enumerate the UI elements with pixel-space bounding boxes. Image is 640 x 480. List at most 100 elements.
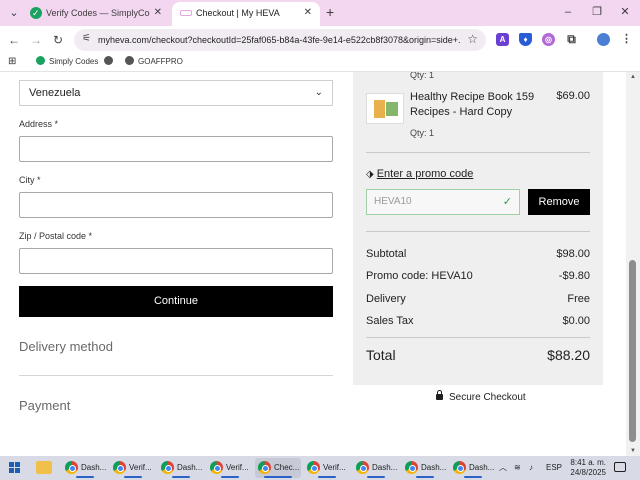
country-select[interactable]: Venezuela ⌄ (19, 80, 333, 106)
tag-icon: ⬗ (366, 169, 374, 180)
file-explorer-icon[interactable] (36, 461, 52, 474)
row-value: $0.00 (562, 315, 590, 327)
order-summary: Qty: 1 Healthy Recipe Book 159 Recipes -… (353, 72, 603, 385)
back-arrow-icon[interactable]: ← (6, 32, 22, 48)
chrome-icon (113, 461, 126, 474)
bookmark-globe[interactable] (104, 54, 117, 70)
globe-icon (125, 56, 134, 65)
reload-icon[interactable]: ↻ (50, 32, 66, 48)
tab-search-icon[interactable]: ⌄ (6, 6, 22, 20)
taskbar-item[interactable]: Dash... (402, 458, 448, 478)
address-field[interactable] (19, 136, 333, 162)
bookmark-goaffpro[interactable]: GOAFFPRO (125, 54, 183, 70)
taskbar-item[interactable]: Dash... (450, 458, 496, 478)
divider (19, 375, 333, 376)
bookmark-label: GOAFFPRO (138, 57, 183, 66)
payment-title: Payment (19, 398, 71, 413)
chrome-icon (307, 461, 320, 474)
close-tab-icon[interactable]: ✕ (154, 2, 162, 24)
page-scrollbar[interactable]: ▲ ▼ (626, 72, 640, 456)
close-tab-icon[interactable]: ✕ (304, 2, 312, 24)
simplycodes-favicon-icon (30, 2, 42, 24)
remove-promo-button[interactable]: Remove (528, 189, 590, 215)
address-label: Address * (19, 119, 59, 129)
chevron-up-icon[interactable]: ︿ (499, 462, 507, 474)
bookmarks-bar: ⊞ Simply Codes GOAFFPRO (0, 54, 640, 72)
new-tab-icon[interactable]: + (326, 4, 334, 20)
star-icon[interactable]: ☆ (467, 32, 478, 46)
row-label: Delivery (366, 293, 406, 305)
previous-item-qty: Qty: 1 (410, 72, 435, 80)
total-row: Total $88.20 (366, 347, 590, 363)
restore-icon[interactable]: ❐ (589, 5, 605, 19)
shield-extension-icon[interactable]: ♦ (519, 33, 532, 46)
taskbar: Dash... Verif... Dash... Verif... Chec..… (0, 456, 640, 480)
chrome-icon (453, 461, 466, 474)
puzzle-icon[interactable]: ⧉ (565, 33, 578, 46)
close-window-icon[interactable]: ✕ (617, 5, 633, 19)
chrome-icon (210, 461, 223, 474)
extension-a-icon[interactable]: A (496, 33, 509, 46)
windows-start-icon[interactable] (9, 462, 21, 474)
simplycodes-bookmark-icon (36, 56, 45, 65)
product-thumbnail (366, 93, 404, 124)
checkmark-icon: ✓ (502, 196, 512, 208)
taskbar-item[interactable]: Verif... (110, 458, 156, 478)
divider (366, 152, 590, 153)
minimize-icon[interactable]: – (560, 5, 576, 19)
city-field[interactable] (19, 192, 333, 218)
delivery-row: Delivery Free (366, 293, 590, 305)
address-bar[interactable]: ⚟ myheva.com/checkout?checkoutId=25faf06… (74, 29, 486, 51)
taskbar-item[interactable]: Verif... (207, 458, 253, 478)
scroll-up-icon[interactable]: ▲ (630, 74, 636, 80)
extension-circle-icon[interactable]: ◎ (542, 33, 555, 46)
row-label: Sales Tax (366, 315, 414, 327)
notification-icon[interactable] (614, 462, 626, 472)
bookmark-simply-codes[interactable]: Simply Codes (36, 54, 98, 70)
chrome-icon (356, 461, 369, 474)
enter-promo-link[interactable]: ⬗ Enter a promo code (366, 168, 473, 180)
taskbar-item[interactable]: Dash... (158, 458, 204, 478)
language-indicator[interactable]: ESP (546, 462, 562, 474)
wifi-icon[interactable]: ≋ (514, 462, 521, 474)
tab-title: Checkout | My HEVA (196, 8, 280, 18)
row-value: -$9.80 (558, 270, 590, 282)
promo-code-input[interactable]: HEVA10 ✓ (366, 189, 520, 215)
clock[interactable]: 8:41 a. m. 24/8/2025 (566, 458, 606, 478)
chrome-icon (65, 461, 78, 474)
zip-field[interactable] (19, 248, 333, 274)
delivery-method-title: Delivery method (19, 339, 113, 354)
tab-verify-codes[interactable]: Verify Codes — SimplyCodes ✕ (22, 2, 170, 26)
checkout-page: Venezuela ⌄ Address * City * Zip / Posta… (0, 72, 640, 456)
taskbar-item[interactable]: Dash... (62, 458, 108, 478)
taskbar-item[interactable]: Dash... (353, 458, 399, 478)
continue-button[interactable]: Continue (19, 286, 333, 317)
scroll-down-icon[interactable]: ▼ (630, 448, 636, 454)
forward-arrow-icon[interactable]: → (28, 32, 44, 48)
browser-toolbar: ← → ↻ ⚟ myheva.com/checkout?checkoutId=2… (0, 26, 640, 54)
taskbar-item[interactable]: Verif... (304, 458, 350, 478)
heva-favicon-icon (180, 10, 192, 16)
tab-strip: ⌄ Verify Codes — SimplyCodes ✕ Checkout … (0, 0, 640, 26)
chrome-icon (405, 461, 418, 474)
volume-icon[interactable]: ♪ (529, 462, 533, 474)
chrome-icon (161, 461, 174, 474)
promo-code-value: HEVA10 (374, 196, 412, 207)
scrollbar-thumb[interactable] (629, 260, 636, 442)
divider (366, 337, 590, 338)
secure-checkout-label: Secure Checkout (449, 392, 526, 403)
row-label: Promo code: HEVA10 (366, 270, 473, 282)
taskbar-item-active[interactable]: Chec... (255, 458, 301, 478)
url-text[interactable]: myheva.com/checkout?checkoutId=25faf065-… (98, 33, 460, 47)
globe-icon (104, 56, 113, 65)
tab-checkout[interactable]: Checkout | My HEVA ✕ (172, 2, 320, 26)
product-qty: Qty: 1 (410, 128, 435, 138)
profile-avatar-icon[interactable] (597, 33, 610, 46)
promo-link-text: Enter a promo code (376, 168, 474, 180)
zip-label: Zip / Postal code * (19, 231, 93, 241)
tune-icon[interactable]: ⚟ (82, 33, 91, 44)
clock-date: 24/8/2025 (570, 468, 606, 477)
bookmark-label: Simply Codes (49, 57, 99, 66)
apps-grid-icon[interactable]: ⊞ (8, 54, 16, 70)
kebab-menu-icon[interactable]: ⋮ (620, 33, 633, 46)
